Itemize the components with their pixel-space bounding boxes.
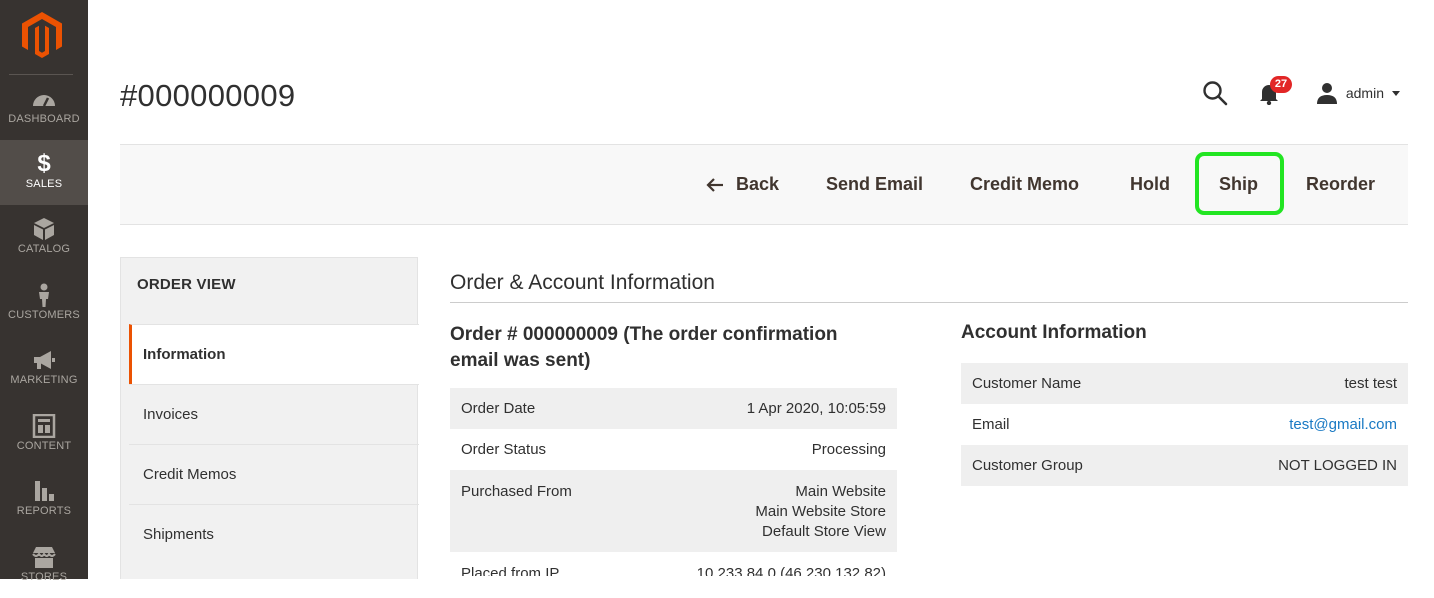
table-row: Order Status Processing [450,429,897,470]
magento-logo-icon[interactable] [22,12,62,58]
dollar-icon: $ [37,150,51,177]
row-label: Order Date [461,400,536,417]
nav-item-sales[interactable]: $ SALES [0,140,88,205]
arrow-left-icon [706,177,723,192]
nav-item-reports[interactable]: REPORTS [0,467,88,532]
order-view-tabs: ORDER VIEW Information Invoices Credit M… [120,257,419,579]
nav-label: DASHBOARD [8,113,80,125]
row-label: Email [972,416,1010,433]
row-label: Customer Name [972,375,1082,392]
send-email-button[interactable]: Send Email [826,145,923,224]
reorder-button[interactable]: Reorder [1306,145,1375,224]
account-info-table: Customer Name test test Email test@gmail… [961,363,1408,486]
purchased-from-value: Main Website Main Website Store Default … [755,482,886,552]
customer-email-link[interactable]: test@gmail.com [1289,416,1397,433]
table-row: Order Date 1 Apr 2020, 10:05:59 [450,388,897,429]
search-icon[interactable] [1202,80,1228,106]
table-row: Email test@gmail.com [961,404,1408,445]
tab-information[interactable]: Information [129,324,419,384]
value-line: Main Website [795,483,886,500]
table-row: Customer Name test test [961,363,1408,404]
megaphone-icon [31,348,57,372]
nav-label: REPORTS [16,505,72,517]
chevron-down-icon[interactable] [1392,90,1400,96]
row-label: Placed from IP [461,565,560,576]
nav-label: CONTENT [16,440,72,452]
hold-button[interactable]: Hold [1130,145,1170,224]
header-actions: 27 admin [1202,76,1400,108]
nav-label: CATALOG [17,243,71,255]
user-icon[interactable] [1316,82,1338,104]
nav-label: MARKETING [10,374,78,386]
table-row: Customer Group NOT LOGGED IN [961,445,1408,486]
row-label: Customer Group [972,457,1083,474]
tab-credit-memos[interactable]: Credit Memos [129,444,419,504]
nav-label: SALES [25,178,63,190]
nav-label: STORES [20,571,68,583]
tab-shipments[interactable]: Shipments [129,504,419,564]
table-row: Purchased From Main Website Main Website… [450,470,897,552]
row-label: Order Status [461,441,547,458]
section-title: Order & Account Information [450,271,715,294]
credit-memo-button[interactable]: Credit Memo [970,145,1079,224]
bar-chart-icon [31,479,57,503]
layout-icon [31,414,57,438]
back-button[interactable]: Back [706,145,779,224]
account-heading: Account Information [961,322,1147,343]
customer-group-value: NOT LOGGED IN [1278,457,1397,474]
value-line: Default Store View [762,523,886,540]
nav-item-catalog[interactable]: CATALOG [0,205,88,270]
nav-item-stores[interactable]: STORES [0,533,88,598]
dashboard-icon [31,87,57,111]
nav-item-content[interactable]: CONTENT [0,402,88,467]
order-heading: Order # 000000009 (The order confirmatio… [450,324,838,371]
page-title: #000000009 [120,78,296,113]
section-divider [450,302,1408,303]
nav-item-dashboard[interactable]: DASHBOARD [0,75,88,140]
order-info-table: Order Date 1 Apr 2020, 10:05:59 Order St… [450,388,897,576]
row-label: Purchased From [461,483,572,500]
order-view-title: ORDER VIEW [137,276,236,293]
nav-label: CUSTOMERS [8,309,80,321]
table-row: Placed from IP 10.233.84.0 (46.230.132.8… [450,552,897,576]
placed-from-ip-value: 10.233.84.0 (46.230.132.82) [696,565,886,576]
customer-name-value: test test [1344,375,1397,392]
box-icon [31,217,57,241]
ship-button[interactable]: Ship [1219,145,1258,224]
user-menu-name[interactable]: admin [1346,85,1384,101]
order-actions-toolbar: Back Send Email Credit Memo Hold Ship Re… [120,144,1408,225]
admin-sidebar: DASHBOARD $ SALES CATALOG CUSTOMERS MARK… [0,0,88,583]
back-label: Back [736,174,780,194]
nav-item-customers[interactable]: CUSTOMERS [0,271,88,336]
notification-count-badge: 27 [1269,76,1293,93]
tab-invoices[interactable]: Invoices [129,384,419,444]
nav-item-marketing[interactable]: MARKETING [0,336,88,401]
person-icon [31,283,57,307]
value-line: Main Website Store [755,503,886,520]
order-date-value: 1 Apr 2020, 10:05:59 [746,400,886,417]
notifications-button[interactable]: 27 [1258,76,1293,106]
storefront-icon [31,545,57,569]
order-status-value: Processing [811,441,886,458]
